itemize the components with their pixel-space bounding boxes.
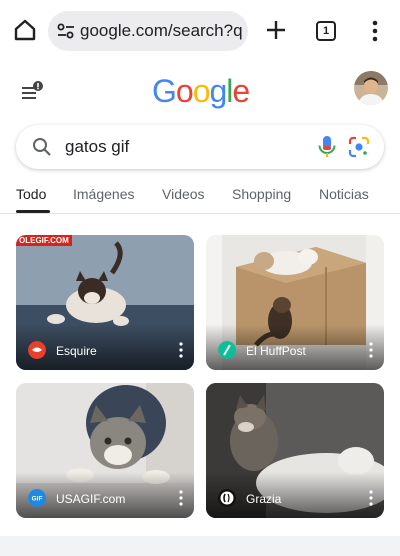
more-options-icon[interactable] xyxy=(178,342,184,358)
avatar[interactable] xyxy=(354,71,388,105)
result-source-label: Esquire xyxy=(56,344,97,358)
side-menu-icon[interactable] xyxy=(20,80,44,104)
more-options-icon[interactable] xyxy=(178,490,184,506)
result-source-label: Grazia xyxy=(246,492,282,506)
image-result-card[interactable]: OLEGIF.COM Esquire xyxy=(16,235,194,370)
watermark: OLEGIF.COM xyxy=(16,235,72,246)
address-bar[interactable]: google.com/search?q xyxy=(48,11,248,51)
new-tab-icon[interactable] xyxy=(264,18,288,42)
more-options-icon[interactable] xyxy=(368,490,374,506)
result-source-label: El HuffPost xyxy=(246,344,306,358)
overflow-menu-icon[interactable] xyxy=(368,19,382,43)
tab-videos[interactable]: Videos xyxy=(162,186,205,202)
tab-todo[interactable]: Todo xyxy=(16,186,46,202)
image-result-card[interactable]: El HuffPost xyxy=(206,235,384,370)
search-input[interactable]: gatos gif xyxy=(65,137,129,157)
logo-letter: G xyxy=(152,73,177,109)
image-result-card[interactable]: GIF USAGIF.com xyxy=(16,383,194,518)
svg-text:GIF: GIF xyxy=(32,496,43,503)
esquire-icon xyxy=(28,341,46,359)
logo-letter: g xyxy=(209,73,227,109)
tab-shopping[interactable]: Shopping xyxy=(232,186,291,202)
microphone-icon[interactable] xyxy=(316,135,338,159)
logo-letter: o xyxy=(192,73,211,109)
usagif-icon: GIF xyxy=(28,489,46,507)
logo-letter: o xyxy=(175,73,194,109)
search-tabs: Todo Imágenes Videos Shopping Noticias xyxy=(0,178,400,214)
logo-letter: e xyxy=(232,73,250,109)
google-logo[interactable]: Google xyxy=(152,73,250,110)
bottom-divider xyxy=(0,536,400,556)
active-tab-indicator xyxy=(16,210,50,213)
tab-switcher-button[interactable]: 1 xyxy=(316,21,336,41)
grazia-icon xyxy=(218,489,236,507)
result-source-label: USAGIF.com xyxy=(56,492,126,506)
browser-toolbar: google.com/search?q 1 xyxy=(0,0,400,62)
google-lens-icon[interactable] xyxy=(348,136,370,158)
site-settings-icon[interactable] xyxy=(57,23,75,39)
search-bar[interactable]: gatos gif xyxy=(16,125,384,169)
google-header: Google xyxy=(0,62,400,118)
search-icon[interactable] xyxy=(32,137,52,157)
more-options-icon[interactable] xyxy=(368,342,374,358)
home-icon[interactable] xyxy=(12,17,38,43)
image-result-card[interactable]: Grazia xyxy=(206,383,384,518)
tab-imagenes[interactable]: Imágenes xyxy=(73,186,134,202)
tab-noticias[interactable]: Noticias xyxy=(319,186,369,202)
huffpost-icon xyxy=(218,341,236,359)
url-text[interactable]: google.com/search?q xyxy=(80,21,246,41)
